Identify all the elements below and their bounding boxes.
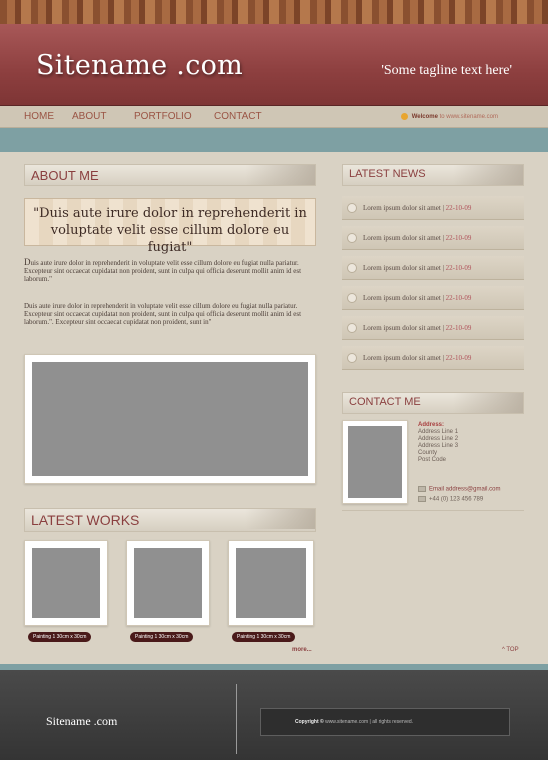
- news-item[interactable]: Lorem ipsum dolor sit amet | 22-10-09: [342, 256, 524, 280]
- works-heading-text: LATEST WORKS: [31, 512, 140, 528]
- welcome-label: Welcome: [411, 114, 438, 121]
- news-date: 22-10-09: [445, 354, 472, 362]
- wood-banner: [0, 0, 548, 24]
- main-nav: HOME ABOUT PORTFOLIO CONTACT Welcome to …: [0, 106, 548, 128]
- news-text: Lorem ipsum dolor sit amet |: [363, 294, 444, 302]
- news-date: 22-10-09: [445, 264, 472, 272]
- contact-photo-placeholder: [348, 426, 402, 498]
- bullet-icon: [347, 353, 357, 363]
- work-image-3: [236, 548, 306, 618]
- feature-image[interactable]: [24, 354, 316, 484]
- bullet-icon: [347, 203, 357, 213]
- contact-heading-text: CONTACT ME: [349, 396, 421, 408]
- news-item[interactable]: Lorem ipsum dolor sit amet | 22-10-09: [342, 346, 524, 370]
- about-paragraph-2: Duis aute irure dolor in reprehenderit i…: [24, 302, 302, 326]
- about-heading-text: ABOUT ME: [31, 168, 99, 183]
- back-to-top-link[interactable]: ^ TOP: [502, 647, 519, 653]
- news-date: 22-10-09: [445, 204, 472, 212]
- address-line-2: Address Line 2: [418, 436, 459, 442]
- work-image-2: [134, 548, 202, 618]
- news-item[interactable]: Lorem ipsum dolor sit amet | 22-10-09: [342, 316, 524, 340]
- news-heading: LATEST NEWS: [342, 164, 524, 186]
- nav-portfolio[interactable]: PORTFOLIO: [134, 111, 192, 122]
- more-link[interactable]: more...: [292, 647, 312, 653]
- news-date: 22-10-09: [445, 234, 472, 242]
- phone-number: +44 (0) 123 456 789: [429, 496, 484, 503]
- contact-divider: [342, 510, 524, 511]
- site-header: Sitename .com 'Some tagline text here': [0, 24, 548, 106]
- bullet-icon: [347, 293, 357, 303]
- work-thumbnail-3[interactable]: [228, 540, 314, 626]
- news-heading-text: LATEST NEWS: [349, 168, 426, 180]
- address-block: Address: Address Line 1 Address Line 2 A…: [418, 422, 458, 464]
- phone-line: +44 (0) 123 456 789: [418, 496, 483, 503]
- mail-icon: [418, 486, 426, 492]
- bullet-icon: [347, 323, 357, 333]
- work-label-2: Painting 1 30cm x 30cm: [130, 632, 194, 642]
- news-text: Lorem ipsum dolor sit amet |: [363, 234, 444, 242]
- address-title: Address:: [418, 422, 445, 428]
- sun-icon: [400, 113, 408, 120]
- site-tagline: 'Some tagline text here': [381, 63, 512, 78]
- welcome-text: to www.sitename.com: [439, 114, 498, 121]
- work-image-1: [32, 548, 100, 618]
- footer-site-name: Sitename .com: [46, 714, 118, 728]
- footer-divider: [236, 684, 237, 754]
- about-paragraph-1: Duis aute irure dolor in reprehenderit i…: [24, 258, 320, 284]
- news-item[interactable]: Lorem ipsum dolor sit amet | 22-10-09: [342, 226, 524, 250]
- address-county: County: [418, 450, 438, 456]
- email-line[interactable]: Email address@gmail.com: [418, 486, 500, 493]
- bullet-icon: [347, 263, 357, 273]
- work-thumbnail-1[interactable]: [24, 540, 108, 626]
- work-label-1: Painting 1 30cm x 30cm: [28, 632, 92, 642]
- contact-photo: [342, 420, 408, 504]
- copyright-box: Copyright © www.sitename.com | all right…: [260, 708, 510, 736]
- news-item[interactable]: Lorem ipsum dolor sit amet | 22-10-09: [342, 196, 524, 220]
- address-postcode: Post Code: [418, 457, 447, 463]
- news-date: 22-10-09: [445, 324, 472, 332]
- copyright-text: www.sitename.com | all rights reserved.: [325, 719, 414, 725]
- about-p1-text: uis aute irure dolor in reprehenderit in…: [24, 259, 302, 283]
- nav-home[interactable]: HOME: [24, 111, 54, 122]
- news-item[interactable]: Lorem ipsum dolor sit amet | 22-10-09: [342, 286, 524, 310]
- email-link[interactable]: Email address@gmail.com: [429, 487, 500, 493]
- news-text: Lorem ipsum dolor sit amet |: [363, 324, 444, 332]
- nav-about[interactable]: ABOUT: [72, 111, 106, 122]
- nav-contact[interactable]: CONTACT: [214, 111, 262, 122]
- news-text: Lorem ipsum dolor sit amet |: [363, 354, 444, 362]
- contact-heading: CONTACT ME: [342, 392, 524, 414]
- teal-band: [0, 128, 548, 152]
- address-line-1: Address Line 1: [418, 429, 459, 435]
- site-name[interactable]: Sitename .com: [36, 50, 243, 81]
- work-thumbnail-2[interactable]: [126, 540, 210, 626]
- news-date: 22-10-09: [445, 294, 472, 302]
- about-heading: ABOUT ME: [24, 164, 316, 186]
- about-quote: "Duis aute irure dolor in reprehenderit …: [24, 198, 316, 255]
- work-label-3: Painting 1 30cm x 30cm: [232, 632, 296, 642]
- copyright-label: Copyright ©: [295, 719, 324, 725]
- works-heading: LATEST WORKS: [24, 508, 316, 532]
- bullet-icon: [347, 233, 357, 243]
- news-text: Lorem ipsum dolor sit amet |: [363, 264, 444, 272]
- welcome-message: Welcome to www.sitename.com: [400, 113, 498, 121]
- phone-icon: [418, 496, 426, 502]
- feature-image-placeholder: [32, 362, 308, 476]
- address-line-3: Address Line 3: [418, 443, 459, 449]
- news-text: Lorem ipsum dolor sit amet |: [363, 204, 444, 212]
